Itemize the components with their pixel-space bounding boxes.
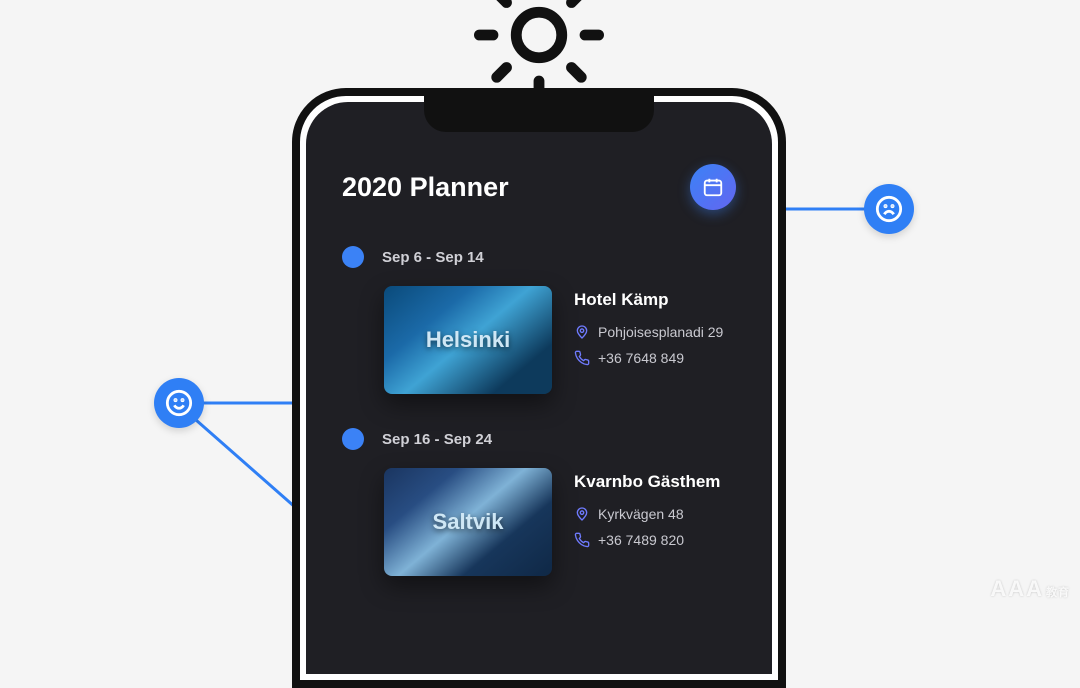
phone-icon: [574, 532, 590, 548]
pin-icon: [574, 324, 590, 340]
annotation-smile-icon: [154, 378, 204, 428]
trip-info: Kvarnbo Gästhem Kyrkvägen 48 +36 7489 82…: [574, 468, 720, 558]
hotel-phone: +36 7489 820: [574, 532, 720, 548]
timeline-dot: [342, 246, 364, 268]
hotel-address: Pohjoisesplanadi 29: [574, 324, 723, 340]
trip-date-row: Sep 16 - Sep 24: [342, 428, 736, 450]
trip-dates: Sep 16 - Sep 24: [382, 431, 492, 448]
destination-label: Saltvik: [433, 509, 504, 535]
header: 2020 Planner: [342, 164, 736, 210]
phone-frame: 2020 Planner Sep 6 - Sep 14 Helsinki: [292, 88, 786, 688]
destination-label: Helsinki: [426, 327, 510, 353]
trip-item: Sep 16 - Sep 24 Saltvik Kvarnbo Gästhem …: [342, 428, 736, 576]
hotel-address: Kyrkvägen 48: [574, 506, 720, 522]
phone-notch: [424, 94, 654, 132]
hotel-phone: +36 7648 849: [574, 350, 723, 366]
watermark: AAA教育: [990, 576, 1070, 602]
app-screen: 2020 Planner Sep 6 - Sep 14 Helsinki: [306, 102, 772, 674]
phone-icon: [574, 350, 590, 366]
hotel-name: Hotel Kämp: [574, 290, 723, 310]
trip-date-row: Sep 6 - Sep 14: [342, 246, 736, 268]
destination-card[interactable]: Saltvik: [384, 468, 552, 576]
timeline-dot: [342, 428, 364, 450]
pin-icon: [574, 506, 590, 522]
annotation-frown-icon: [864, 184, 914, 234]
hotel-name: Kvarnbo Gästhem: [574, 472, 720, 492]
trip-info: Hotel Kämp Pohjoisesplanadi 29 +36 7648 …: [574, 286, 723, 376]
page-title: 2020 Planner: [342, 172, 509, 203]
trip-dates: Sep 6 - Sep 14: [382, 249, 484, 266]
calendar-button[interactable]: [690, 164, 736, 210]
calendar-icon: [702, 176, 724, 198]
trip-item: Sep 6 - Sep 14 Helsinki Hotel Kämp Pohjo…: [342, 246, 736, 394]
destination-card[interactable]: Helsinki: [384, 286, 552, 394]
